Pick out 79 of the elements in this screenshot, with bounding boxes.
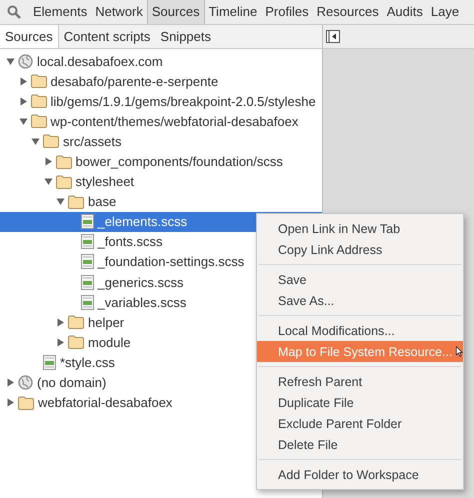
panel-tab[interactable]: Resources bbox=[312, 0, 383, 24]
collapsed-triangle-icon[interactable] bbox=[6, 398, 15, 408]
panel-toggle-icon[interactable] bbox=[326, 30, 340, 43]
folder-name[interactable]: desabafo/parente-e-serpente bbox=[50, 74, 218, 89]
panel-tab[interactable]: Sources bbox=[146, 0, 205, 24]
stylesheet-file-icon bbox=[80, 254, 94, 270]
collapsed-triangle-icon[interactable] bbox=[56, 338, 65, 347]
stylesheet-file-icon bbox=[80, 234, 94, 250]
navigator-tab[interactable]: Content scripts bbox=[58, 25, 156, 48]
tree-row[interactable]: base bbox=[0, 192, 322, 212]
folder-name[interactable]: stylesheet bbox=[76, 174, 134, 190]
expanded-triangle-icon[interactable] bbox=[31, 136, 40, 146]
panel-tab[interactable]: Elements bbox=[29, 0, 92, 24]
folder-name[interactable]: bower_components/foundation/scss bbox=[76, 154, 283, 170]
collapsed-triangle-icon[interactable] bbox=[18, 76, 28, 86]
file-name[interactable]: _foundation-settings.scss bbox=[98, 254, 244, 270]
tree-row[interactable]: src/assets bbox=[0, 131, 322, 152]
folder-icon bbox=[56, 154, 72, 169]
file-name[interactable]: _variables.scss bbox=[98, 294, 186, 310]
menu-item[interactable]: Delete File bbox=[257, 434, 463, 455]
panel-tab[interactable]: Network bbox=[91, 0, 147, 24]
collapsed-triangle-icon[interactable] bbox=[18, 96, 28, 106]
folder-icon bbox=[68, 194, 84, 209]
expanded-triangle-icon[interactable] bbox=[18, 116, 28, 126]
panel-tab[interactable]: Profiles bbox=[261, 0, 313, 24]
folder-icon bbox=[43, 134, 59, 148]
expanded-triangle-icon[interactable] bbox=[44, 177, 52, 186]
globe-icon bbox=[18, 375, 33, 390]
tree-row[interactable]: wp-content/themes/webfatorial-desabafoex bbox=[0, 111, 322, 132]
panel-tab[interactable]: Timeline bbox=[204, 0, 262, 24]
folder-name[interactable]: webfatorial-desabafoex bbox=[38, 395, 172, 410]
folder-icon bbox=[30, 114, 46, 128]
folder-name[interactable]: lib/gems/1.9.1/gems/breakpoint-2.0.5/styleshe bbox=[50, 94, 316, 109]
stylesheet-file-icon bbox=[43, 354, 56, 370]
stylesheet-file-icon bbox=[80, 294, 94, 310]
collapsed-triangle-icon[interactable] bbox=[44, 157, 52, 166]
menu-item[interactable]: Save bbox=[257, 269, 463, 290]
stylesheet-file-icon bbox=[80, 214, 94, 230]
folder-name[interactable]: src/assets bbox=[63, 134, 122, 149]
navigator-tab[interactable]: Snippets bbox=[155, 25, 216, 48]
menu-item[interactable]: Refresh Parent bbox=[257, 371, 463, 392]
menu-item[interactable]: Exclude Parent Folder bbox=[257, 413, 463, 434]
globe-icon bbox=[18, 54, 33, 69]
expanded-triangle-icon[interactable] bbox=[56, 197, 65, 206]
file-name[interactable]: *style.css bbox=[60, 354, 115, 370]
folder-icon bbox=[30, 74, 46, 88]
panel-tab[interactable]: Audits bbox=[382, 0, 427, 24]
folder-icon bbox=[56, 174, 72, 189]
folder-icon bbox=[30, 94, 46, 108]
file-name[interactable]: _generics.scss bbox=[98, 274, 184, 290]
tree-row[interactable]: stylesheet bbox=[0, 172, 322, 192]
collapsed-triangle-icon[interactable] bbox=[6, 378, 15, 388]
file-name: _elements.scss bbox=[98, 214, 188, 230]
navigator-tab[interactable]: Sources bbox=[0, 25, 59, 48]
tree-row[interactable]: local.desabafoex.com bbox=[0, 51, 322, 72]
folder-name[interactable]: base bbox=[88, 194, 116, 210]
folder-icon bbox=[68, 335, 84, 350]
tree-row[interactable]: bower_components/foundation/scss bbox=[0, 151, 322, 172]
menu-item[interactable]: Local Modifications... bbox=[257, 320, 463, 341]
tree-row[interactable]: lib/gems/1.9.1/gems/breakpoint-2.0.5/styleshe bbox=[0, 91, 322, 112]
menu-item[interactable]: Save As... bbox=[257, 290, 463, 311]
tree-row[interactable]: desabafo/parente-e-serpente bbox=[0, 71, 322, 92]
menu-item[interactable]: Add Folder to Workspace bbox=[257, 464, 463, 485]
file-name[interactable]: _fonts.scss bbox=[98, 234, 163, 250]
search-icon[interactable] bbox=[7, 5, 21, 19]
domain-name[interactable]: local.desabafoex.com bbox=[37, 54, 163, 69]
domain-name[interactable]: (no domain) bbox=[37, 375, 106, 390]
folder-icon bbox=[68, 315, 84, 330]
menu-item[interactable]: Copy Link Address bbox=[257, 239, 463, 260]
mouse-pointer-icon bbox=[456, 343, 463, 360]
folder-name[interactable]: helper bbox=[88, 314, 124, 330]
stylesheet-file-icon bbox=[80, 274, 94, 290]
folder-name[interactable]: wp-content/themes/webfatorial-desabafoex bbox=[50, 114, 298, 129]
collapsed-triangle-icon[interactable] bbox=[56, 318, 65, 327]
menu-item[interactable]: Duplicate File bbox=[257, 392, 463, 413]
folder-name[interactable]: module bbox=[88, 334, 131, 350]
panel-tab[interactable]: Laye bbox=[426, 0, 464, 24]
expanded-triangle-icon[interactable] bbox=[6, 56, 15, 66]
folder-icon bbox=[18, 396, 34, 410]
